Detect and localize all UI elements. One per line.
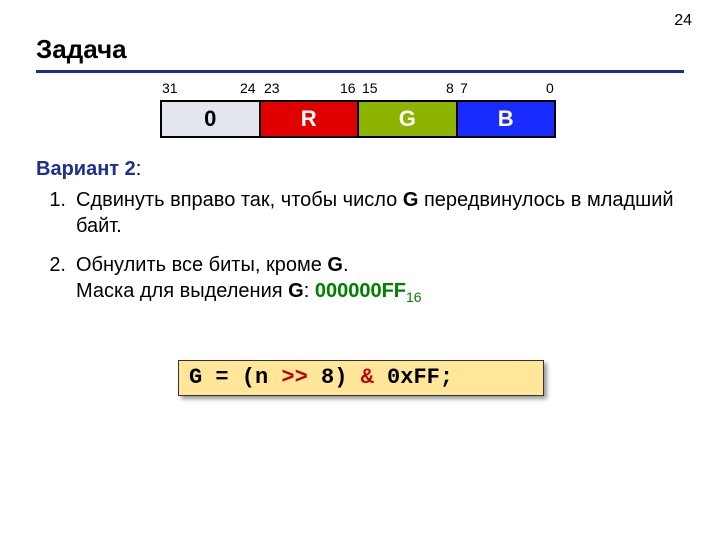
title-underline <box>36 70 684 73</box>
step-1-g: G <box>403 189 419 211</box>
code-shift-op: >> <box>281 365 307 390</box>
bit-15: 15 <box>362 80 378 96</box>
step-1-text-a: Сдвинуть вправо так, чтобы число <box>76 189 403 211</box>
byte-cell-zero: 0 <box>162 102 261 136</box>
step-2-num: 2. <box>36 253 76 307</box>
variant-colon: : <box>136 158 142 180</box>
code-pre: G = (n <box>189 365 281 390</box>
step-2: 2. Обнулить все биты, кроме G. Маска для… <box>36 253 676 307</box>
page-title: Задача <box>36 34 127 65</box>
step-2-text-a: Обнулить все биты, кроме <box>76 254 327 276</box>
code-post: 0xFF; <box>374 365 453 390</box>
step-2-line2b: : <box>304 280 315 302</box>
bit-8: 8 <box>446 80 454 96</box>
code-box: G = (n >> 8) & 0xFF; <box>178 360 544 396</box>
code-mid: 8) <box>308 365 361 390</box>
step-2-line2a: Маска для выделения <box>76 280 288 302</box>
bit-31: 31 <box>162 80 178 96</box>
bit-7: 7 <box>460 80 468 96</box>
byte-cell-r: R <box>261 102 360 136</box>
code-amp-op: & <box>361 365 374 390</box>
step-1-num: 1. <box>36 188 76 239</box>
step-2-g2: G <box>288 280 304 302</box>
step-1: 1. Сдвинуть вправо так, чтобы число G пе… <box>36 188 676 239</box>
byte-cell-b: B <box>458 102 555 136</box>
steps-list: 1. Сдвинуть вправо так, чтобы число G пе… <box>36 188 676 321</box>
step-2-body: Обнулить все биты, кроме G. Маска для вы… <box>76 253 676 307</box>
variant-line: Вариант 2: <box>36 158 141 181</box>
page-number: 24 <box>674 12 692 30</box>
bit-23: 23 <box>264 80 280 96</box>
mask-subscript: 16 <box>406 289 422 305</box>
step-2-g: G <box>327 254 343 276</box>
bit-24: 24 <box>240 80 256 96</box>
mask-value: 000000FF16 <box>315 280 422 302</box>
mask-hex: 000000FF <box>315 280 406 302</box>
byte-diagram: 0 R G B <box>160 100 556 138</box>
step-2-text-b: . <box>343 254 349 276</box>
variant-label: Вариант 2 <box>36 158 136 180</box>
bit-0: 0 <box>546 80 554 96</box>
bit-16: 16 <box>340 80 356 96</box>
byte-cell-g: G <box>359 102 458 136</box>
step-1-body: Сдвинуть вправо так, чтобы число G перед… <box>76 188 676 239</box>
